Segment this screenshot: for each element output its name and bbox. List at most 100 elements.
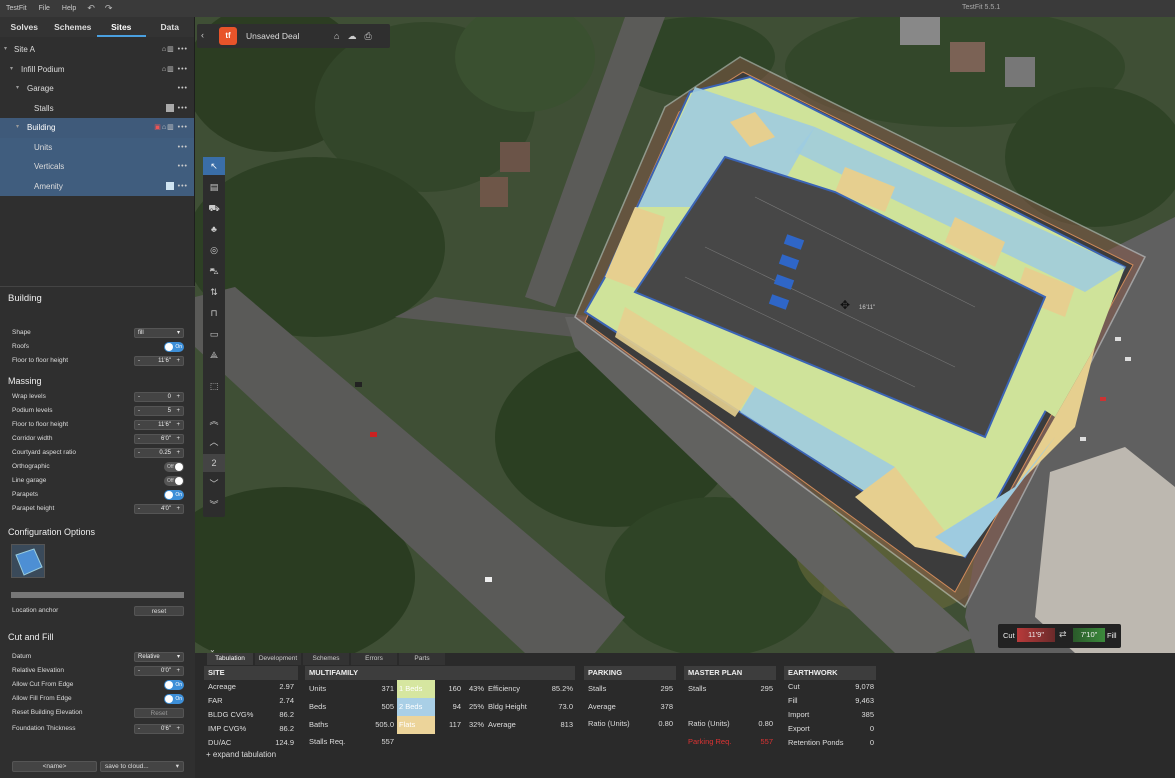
cloud-icon[interactable]: ☁ [347, 31, 356, 42]
tree-item-building[interactable]: ▾ Building ▣⌂▥ ••• [0, 118, 194, 138]
floor-height-stepper[interactable]: - 11'6" + [134, 356, 184, 366]
orthographic-toggle[interactable]: Off [164, 462, 184, 472]
parking-tool-icon[interactable]: ▭ [203, 325, 225, 343]
up-icon[interactable]: ︿ [203, 433, 225, 451]
home-icon[interactable]: ⌂ [334, 31, 339, 41]
floor-height-2-stepper[interactable]: - 11'6" + [134, 420, 184, 430]
allow-fill-toggle[interactable]: On [164, 694, 184, 704]
parapets-toggle[interactable]: On [164, 490, 184, 500]
tree-item-actions[interactable]: ••• [178, 138, 188, 158]
app-menu[interactable]: TestFit [0, 5, 33, 12]
truck-tool-icon[interactable]: ⛟ [203, 199, 225, 217]
tree-item-verticals[interactable]: Verticals ••• [0, 157, 194, 177]
courtyard-ratio-stepper[interactable]: - 0.25 + [134, 448, 184, 458]
measure-tool-icon[interactable]: ⇅ [203, 283, 225, 301]
tab-sites[interactable]: Sites [97, 17, 146, 37]
sun-tool-icon[interactable]: ⟁ [203, 346, 225, 364]
parapet-height-stepper[interactable]: - 4'0" + [134, 504, 184, 514]
plus-icon[interactable]: + [176, 667, 180, 676]
collapse-panel-icon[interactable]: ‹ [201, 30, 204, 40]
tree-item-actions[interactable]: ••• [178, 157, 188, 177]
car-tool-icon[interactable]: ⛍ [203, 262, 225, 280]
tab-parts[interactable]: Parts [399, 653, 445, 665]
color-swatch-icon[interactable] [165, 103, 174, 112]
corridor-width-stepper[interactable]: - 6'0" + [134, 434, 184, 444]
aerial-map[interactable]: ✥ 16'11" [195, 17, 1175, 653]
double-up-icon[interactable]: ︽ [203, 412, 225, 430]
minus-icon[interactable]: - [138, 357, 140, 366]
roofs-toggle[interactable]: On [164, 342, 184, 352]
tree-item-actions[interactable]: ••• [165, 99, 188, 119]
relative-elevation-stepper[interactable]: - 0'0" + [134, 666, 184, 676]
tree-item-infill-podium[interactable]: ▾ Infill Podium ⌂▥ ••• [0, 60, 194, 80]
tab-solves[interactable]: Solves [0, 17, 49, 37]
file-menu[interactable]: File [33, 5, 56, 12]
tree-item-site[interactable]: ▾ Site A ⌂▥ ••• [0, 40, 194, 60]
tree-item-actions[interactable]: ••• [165, 177, 188, 197]
plus-icon[interactable]: + [176, 449, 180, 458]
camera-icon[interactable]: ⎙ [364, 31, 371, 42]
plus-icon[interactable]: + [176, 435, 180, 444]
minus-icon[interactable]: - [138, 667, 140, 676]
help-menu[interactable]: Help [56, 5, 82, 12]
tree-item-actions[interactable]: ⌂▥ ••• [162, 60, 188, 80]
select-tool-icon[interactable]: ↖ [203, 157, 225, 175]
table-tool-icon[interactable]: ⊓ [203, 304, 225, 322]
plus-icon[interactable]: + [176, 393, 180, 402]
tree-item-amenity[interactable]: Amenity ••• [0, 176, 194, 197]
minus-icon[interactable]: - [138, 407, 140, 416]
tree-item-stalls[interactable]: Stalls ••• [0, 99, 194, 119]
collapse-arrow-icon[interactable]: ▾ [4, 40, 7, 60]
wrap-levels-stepper[interactable]: - 0 + [134, 392, 184, 402]
tab-tabulation[interactable]: Tabulation [207, 653, 253, 665]
tab-schemes[interactable]: Schemes [303, 653, 349, 665]
tab-development[interactable]: Development [255, 653, 301, 665]
minus-icon[interactable]: - [138, 421, 140, 430]
scheme-name-button[interactable]: <name> [12, 761, 97, 772]
reset-anchor-button[interactable]: reset [134, 606, 184, 616]
tree-item-garage[interactable]: ▾ Garage ••• [0, 79, 194, 99]
center-move-icon[interactable]: ✥ [840, 298, 850, 312]
minus-icon[interactable]: - [138, 449, 140, 458]
target-tool-icon[interactable]: ◎ [203, 241, 225, 259]
foundation-stepper[interactable]: - 0'6" + [134, 724, 184, 734]
tree-tool-icon[interactable]: ♣ [203, 220, 225, 238]
plus-icon[interactable]: + [176, 407, 180, 416]
tree-item-actions[interactable]: ⌂▥ ••• [162, 40, 188, 60]
color-swatch-icon[interactable] [165, 181, 174, 190]
crop-tool-icon[interactable]: ⬚ [203, 377, 225, 395]
plus-icon[interactable]: + [176, 421, 180, 430]
tree-item-actions[interactable]: ••• [178, 79, 188, 99]
down-icon[interactable]: ﹀ [203, 475, 225, 493]
plus-icon[interactable]: + [176, 725, 180, 734]
double-down-icon[interactable]: ︾ [203, 496, 225, 514]
tab-schemes[interactable]: Schemes [49, 17, 98, 37]
building-tool-icon[interactable]: ▤ [203, 178, 225, 196]
undo-icon[interactable]: ↶ [82, 3, 100, 14]
podium-levels-stepper[interactable]: - 5 + [134, 406, 184, 416]
collapse-arrow-icon[interactable]: ▾ [10, 60, 13, 80]
collapse-arrow-icon[interactable]: ▾ [16, 118, 19, 138]
config-option-thumbnail[interactable] [11, 544, 45, 578]
line-garage-toggle[interactable]: Off [164, 476, 184, 486]
allow-cut-toggle[interactable]: On [164, 680, 184, 690]
minus-icon[interactable]: - [138, 725, 140, 734]
datum-select[interactable]: Relative ▾ [134, 652, 184, 662]
collapse-arrow-icon[interactable]: ▾ [16, 79, 19, 99]
minus-icon[interactable]: - [138, 505, 140, 514]
plus-icon[interactable]: + [176, 357, 180, 366]
tab-errors[interactable]: Errors [351, 653, 397, 665]
minus-icon[interactable]: - [138, 435, 140, 444]
tab-data[interactable]: Data [146, 17, 195, 37]
reset-elevation-button[interactable]: Reset [134, 708, 184, 718]
config-slider-track[interactable] [11, 592, 184, 598]
minus-icon[interactable]: - [138, 393, 140, 402]
tree-item-units[interactable]: Units ••• [0, 137, 194, 158]
site-map-viewport[interactable]: ✥ 16'11" [195, 17, 1175, 653]
redo-icon[interactable]: ↷ [100, 3, 118, 14]
tree-item-actions[interactable]: ▣⌂▥ ••• [154, 118, 188, 138]
expand-tabulation-link[interactable]: + expand tabulation [206, 748, 276, 761]
shape-select[interactable]: fill ▾ [134, 328, 184, 338]
plus-icon[interactable]: + [176, 505, 180, 514]
save-to-cloud-button[interactable]: save to cloud... ▾ [100, 761, 184, 772]
